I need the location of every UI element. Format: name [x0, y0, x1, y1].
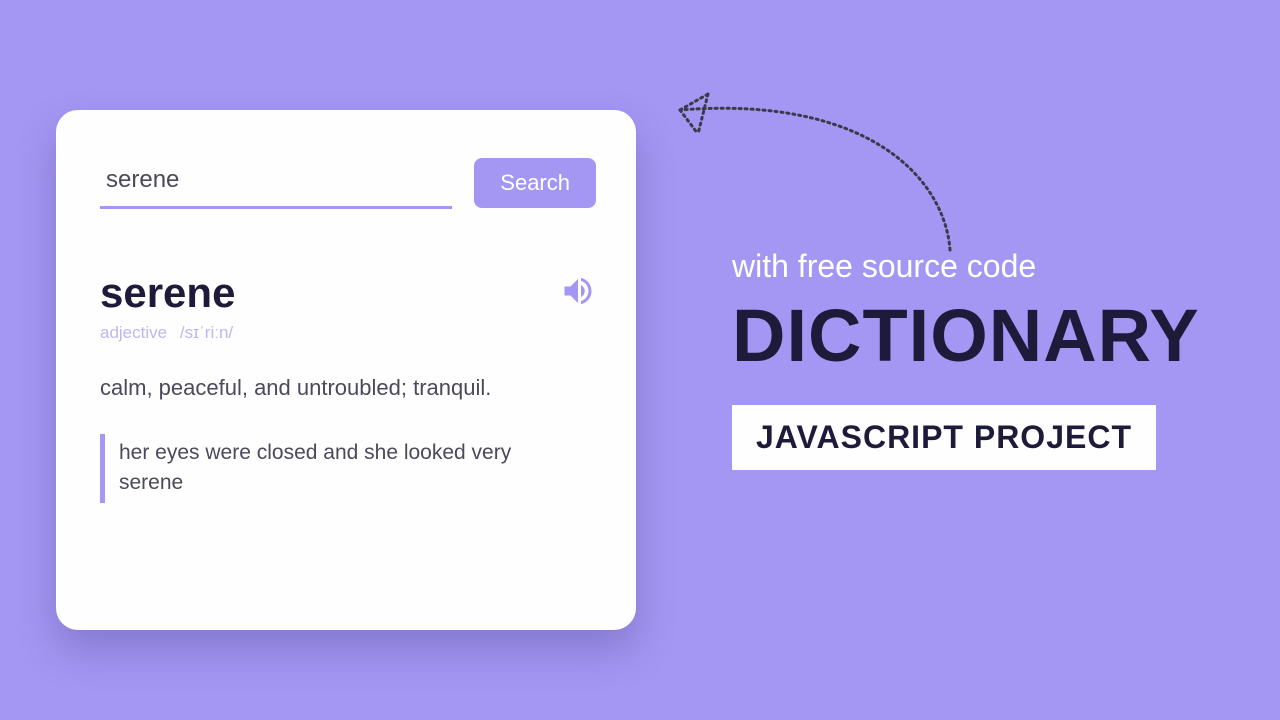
audio-icon[interactable]: [560, 273, 596, 314]
word-meta: adjective /sɪˈriːn/: [100, 323, 596, 343]
promo-badge-text: JAVASCRIPT PROJECT: [756, 419, 1132, 455]
search-row: Search: [100, 158, 596, 209]
word-row: serene: [100, 269, 596, 317]
promo-subtitle: with free source code: [732, 248, 1262, 285]
arrow-icon: [650, 80, 970, 270]
promo-badge: JAVASCRIPT PROJECT: [732, 405, 1156, 470]
example-sentence: her eyes were closed and she looked very…: [100, 434, 520, 503]
dictionary-card: Search serene adjective /sɪˈriːn/ calm, …: [56, 110, 636, 630]
part-of-speech: adjective: [100, 323, 167, 342]
search-input[interactable]: [100, 158, 452, 209]
search-button[interactable]: Search: [474, 158, 596, 208]
word-heading: serene: [100, 269, 235, 317]
promo-block: with free source code DICTIONARY JAVASCR…: [732, 248, 1262, 470]
definition-text: calm, peaceful, and untroubled; tranquil…: [100, 373, 596, 404]
pronunciation: /sɪˈriːn/: [180, 323, 233, 342]
promo-title: DICTIONARY: [732, 299, 1262, 373]
